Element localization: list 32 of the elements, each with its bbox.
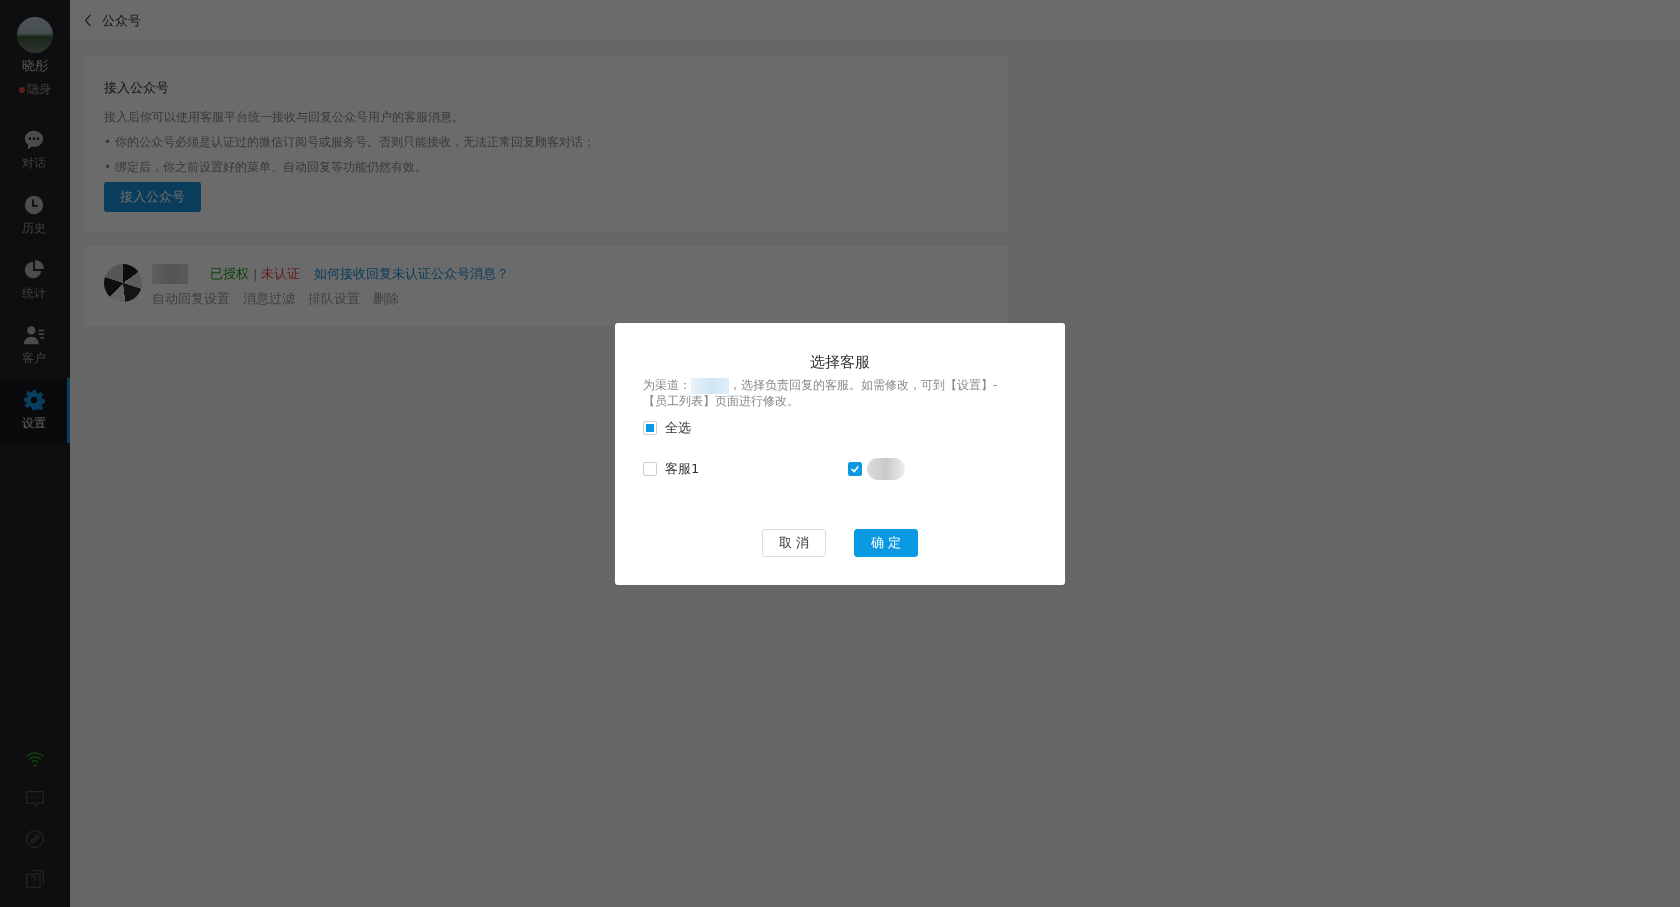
group-checkbox[interactable] bbox=[643, 461, 657, 476]
section-title: 接入公众号 bbox=[104, 79, 170, 97]
user-list-icon bbox=[23, 326, 45, 345]
checkbox-label: 客服1 bbox=[665, 459, 700, 478]
description-text: ，选择负责回复的客服。如需修改，可到【设置】- bbox=[729, 378, 998, 393]
clock-icon bbox=[24, 195, 43, 215]
blurred-agent-block bbox=[867, 457, 905, 480]
dialog-title: 选择客服 bbox=[809, 352, 871, 372]
avatar-photo-placeholder[interactable] bbox=[17, 17, 53, 53]
account-photo-placeholder bbox=[104, 264, 142, 302]
authorized-status: 已授权 bbox=[210, 265, 249, 283]
page-title: 公众号 bbox=[102, 11, 141, 30]
confirm-button[interactable]: 确 定 bbox=[854, 528, 918, 557]
wifi-icon[interactable] bbox=[25, 749, 45, 769]
settings-icon bbox=[23, 389, 45, 411]
nav-item[interactable]: 设置 bbox=[0, 378, 70, 443]
check-icon bbox=[850, 463, 860, 474]
help-link[interactable]: 如何接收回复未认证公众号消息？ bbox=[314, 265, 510, 283]
separator-text: | bbox=[253, 266, 258, 282]
agent-checkbox[interactable] bbox=[848, 461, 862, 476]
cancel-button[interactable]: 取 消 bbox=[762, 528, 826, 557]
select-all-checkbox[interactable] bbox=[643, 420, 657, 435]
unverified-status: 未认证 bbox=[261, 265, 301, 283]
connect-button[interactable]: 接入公众号 bbox=[104, 182, 201, 212]
description-text: 为渠道： bbox=[643, 378, 691, 393]
chat-bubble-icon bbox=[24, 130, 43, 150]
status-dot-icon bbox=[19, 86, 25, 93]
blurred-channel-block bbox=[691, 377, 729, 394]
pie-chart-icon bbox=[24, 259, 44, 279]
checkbox-label: 全选 bbox=[665, 418, 691, 437]
description-text: 【员工列表】页面进行修改。 bbox=[643, 393, 799, 409]
user-name: 晓彤 bbox=[22, 57, 48, 75]
